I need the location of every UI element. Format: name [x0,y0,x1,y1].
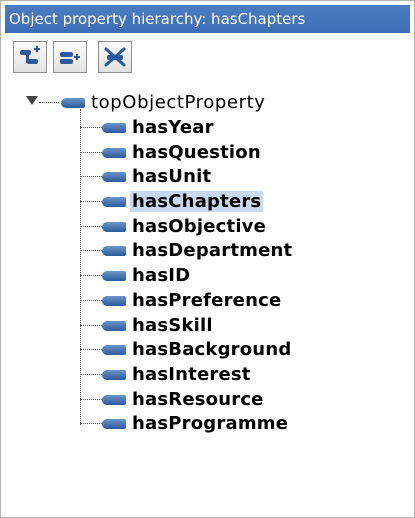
tree-node-label: hasResource [132,389,264,410]
tree-node-label: hasBackground [132,339,292,360]
add-subproperty-icon [20,46,40,64]
tree-node-label: hasInterest [132,364,251,385]
tree-connector [80,201,102,202]
tree-connector [80,325,102,326]
tree-node[interactable]: hasResource [102,387,266,412]
tree-node-label: hasDepartment [132,240,293,261]
tree-node[interactable]: hasYear [102,115,216,140]
tree-connector [80,127,102,128]
tree-node-label: hasYear [132,117,214,138]
tree-node[interactable]: hasDepartment [102,238,294,263]
tree-node[interactable]: hasObjective [102,214,268,239]
tree-node-label: hasObjective [132,216,267,237]
tree-node-label: hasProgramme [132,413,289,434]
object-property-icon [102,344,126,355]
object-property-icon [102,171,126,182]
tree-connector [80,250,102,251]
tree-node-label: hasChapters [130,191,264,212]
object-property-icon [102,418,126,429]
delete-property-icon [104,47,126,67]
object-property-icon [102,320,126,331]
tree-connector [80,226,102,227]
tree-connector [80,176,102,177]
tree-node[interactable]: hasID [102,263,192,288]
tree-connector [39,102,59,103]
tree-connector [80,349,102,350]
tree-node[interactable]: hasBackground [102,337,293,362]
object-property-icon [102,394,126,405]
tree-node[interactable]: hasPreference [102,288,283,313]
add-sibling-property-button[interactable] [53,41,87,73]
tree-node[interactable]: hasInterest [102,362,253,387]
tree-node-label: hasPreference [132,290,282,311]
tree-connector [80,109,81,425]
add-sibling-property-icon [60,52,80,64]
tree-connector [80,152,102,153]
delete-property-button[interactable] [98,41,132,73]
object-property-icon [102,245,126,256]
tree-node-label: hasUnit [132,166,212,187]
tree-connector [80,374,102,375]
tree-node-label: hasSkill [132,315,213,336]
tree-node-selected[interactable]: hasChapters [102,189,264,214]
tree-connector [80,423,102,424]
tree-connector [80,300,102,301]
object-property-icon [102,147,126,158]
object-property-icon [102,270,126,281]
object-property-hierarchy-panel: Object property hierarchy: hasChapters t… [0,0,415,518]
object-property-icon [61,97,85,108]
panel-title: Object property hierarchy: hasChapters [5,5,410,33]
tree-node[interactable]: hasUnit [102,164,213,189]
tree-node-label: topObjectProperty [91,92,266,113]
tree-node[interactable]: hasQuestion [102,140,263,165]
toolbar [5,39,410,79]
tree-connector [80,399,102,400]
tree-node-label: hasQuestion [132,142,261,163]
tree-node[interactable]: hasSkill [102,313,215,338]
collapse-triangle-icon[interactable] [26,96,38,105]
object-property-icon [102,122,126,133]
add-subproperty-button[interactable] [13,41,47,73]
object-property-icon [102,221,126,232]
object-property-icon [102,369,126,380]
object-property-icon [102,196,126,207]
tree-node[interactable]: hasProgramme [102,411,290,436]
tree-node-top-object-property[interactable]: topObjectProperty [61,90,268,115]
object-property-icon [102,295,126,306]
tree-connector [80,275,102,276]
tree-node-label: hasID [132,265,191,286]
